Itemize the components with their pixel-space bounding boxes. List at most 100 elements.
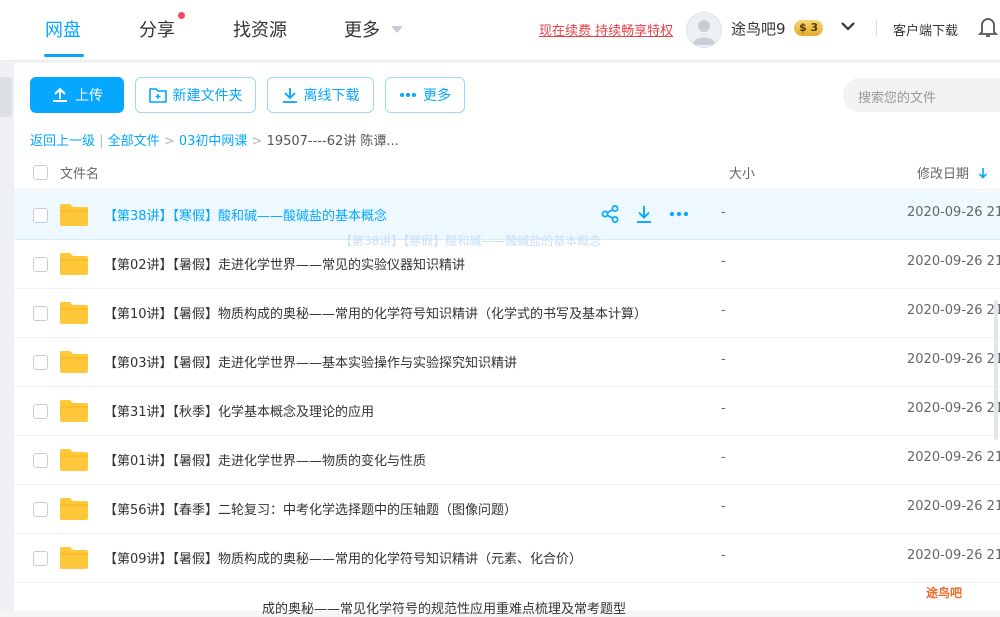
search-placeholder: 搜索您的文件 [858,91,937,106]
vip-level-badge: $ 3 [794,20,824,36]
top-navigation-bar: 网盘 分享 找资源 更多 现在续费 持续畅享特权 途鸟吧9 $ 3 客户端下载 [0,0,1000,60]
offline-download-label: 离线下载 [303,88,360,104]
file-modified-date: 2020-09-26 21:0 [907,450,1000,465]
file-modified-date: 2020-09-26 21:0 [907,401,1000,416]
file-size: - [721,450,726,465]
search-input[interactable]: 搜索您的文件 [843,78,1000,112]
file-name[interactable]: 【第56讲】【春季】二轮复习：中考化学选择题中的压轴题（图像问题） [104,499,517,518]
nav-tab-find-resources[interactable]: 找资源 [233,16,287,42]
watermark-logo: 途鸟吧 [926,586,963,600]
new-folder-label: 新建文件夹 [172,88,243,104]
nav-tab-more[interactable]: 更多 [344,16,380,42]
column-header-name[interactable]: 文件名 [60,163,99,182]
file-name[interactable]: 【第09讲】【暑假】物质构成的奥秘——常用的化学符号知识精讲（元素、化合价） [104,548,582,567]
nav-tab-netdisk[interactable]: 网盘 [45,16,81,42]
table-row[interactable]: 【第03讲】【暑假】走进化学世界——基本实验操作与实验探究知识精讲 - 2020-0… [14,338,1000,387]
share-icon[interactable] [600,204,620,224]
upload-label: 上传 [75,88,103,104]
folder-icon [60,547,88,569]
file-name[interactable]: 【第02讲】【暑假】走进化学世界——常见的实验仪器知识精讲 [104,254,465,273]
column-header-size[interactable]: 大小 [729,163,755,182]
table-row[interactable]: 【第01讲】【暑假】走进化学世界——物质的变化与性质 - 2020-09-26 21… [14,436,1000,485]
breadcrumb-current: 19507----62讲 陈谭... [266,134,399,149]
left-sidebar-collapsed [0,63,14,611]
file-size: - [721,352,726,367]
file-size: - [721,499,726,514]
file-modified-date: 2020-09-26 21:0 [907,499,1000,514]
table-row[interactable]: 【第56讲】【春季】二轮复习：中考化学选择题中的压轴题（图像问题） - 2020-0… [14,485,1000,534]
download-icon [282,88,297,103]
user-avatar-icon [692,20,716,45]
select-all-checkbox[interactable] [33,165,48,180]
bell-icon[interactable] [978,16,998,38]
chevron-down-icon[interactable] [840,18,856,34]
file-name[interactable]: 【第10讲】【暑假】物质构成的奥秘——常用的化学符号知识精讲（化学式的书写及基本… [104,303,647,322]
sidebar-handle[interactable] [0,77,12,117]
file-size: - [721,401,726,416]
more-dots-icon [400,93,416,97]
folder-icon [60,400,88,422]
file-modified-date: 2020-09-26 21:0 [907,352,1000,367]
file-size: - [721,303,726,318]
file-modified-date: 2020-09-26 21:0 [907,548,1000,563]
active-tab-indicator [44,54,84,57]
file-name[interactable]: 【第31讲】【秋季】化学基本概念及理论的应用 [104,401,374,420]
table-row[interactable]: 【第31讲】【秋季】化学基本概念及理论的应用 - 2020-09-26 21:0 [14,387,1000,436]
row-checkbox[interactable] [33,257,48,272]
download-icon[interactable] [634,204,654,224]
client-download-link[interactable]: 客户端下载 [893,20,958,39]
more-dots-icon[interactable] [668,204,690,224]
file-modified-date: 2020-09-26 21:0 [907,254,1000,269]
renew-promo-link[interactable]: 现在续费 持续畅享特权 [539,20,673,39]
breadcrumb-separator: | [99,134,108,149]
row-actions [600,204,690,224]
upload-button[interactable]: 上传 [30,77,124,113]
username[interactable]: 途鸟吧9 [731,18,786,39]
folder-icon [60,302,88,324]
offline-download-button[interactable]: 离线下载 [267,77,374,113]
breadcrumb-all-files[interactable]: 全部文件 [108,134,160,149]
file-name[interactable]: 【第38讲】【寒假】酸和碱——酸碱盐的基本概念 [104,205,387,224]
row-checkbox[interactable] [33,208,48,223]
more-button[interactable]: 更多 [385,77,465,113]
folder-icon [60,498,88,520]
scrollbar[interactable] [994,300,998,440]
more-label: 更多 [423,88,451,104]
file-name[interactable]: 【第01讲】【暑假】走进化学世界——物质的变化与性质 [104,450,426,469]
notification-dot [178,12,185,19]
nav-tab-share[interactable]: 分享 [139,16,175,42]
breadcrumb: 返回上一级 | 全部文件 > 03初中网课 > 19507----62讲 陈谭.… [30,130,399,149]
caret-down-icon[interactable] [391,26,403,33]
folder-icon [60,351,88,373]
back-link[interactable]: 返回上一级 [30,134,95,149]
file-name[interactable]: 【第03讲】【暑假】走进化学世界——基本实验操作与实验探究知识精讲 [104,352,517,371]
sort-down-arrow-icon [979,168,988,179]
file-size: - [721,548,726,563]
column-header-date-label: 修改日期 [917,167,970,182]
file-modified-date: 2020-09-26 21:0 [907,205,1000,220]
file-modified-date: 2020-09-26 21:0 [907,303,1000,318]
new-folder-button[interactable]: 新建文件夹 [135,77,256,113]
divider [876,20,877,36]
row-checkbox[interactable] [33,355,48,370]
row-checkbox[interactable] [33,502,48,517]
row-checkbox[interactable] [33,306,48,321]
breadcrumb-separator: > [163,134,179,149]
table-row[interactable]: 【第09讲】【暑假】物质构成的奥秘——常用的化学符号知识精讲（元素、化合价） - 2… [14,534,1000,583]
column-header-date[interactable]: 修改日期 [917,163,988,182]
new-folder-icon [148,88,167,103]
breadcrumb-separator: > [251,134,267,149]
drag-ghost-text: 【第38讲】【寒假】酸和碱——酸碱盐的基本概念 [340,234,602,248]
vip-level-number: 3 [810,21,819,34]
breadcrumb-folder[interactable]: 03初中网课 [179,134,248,149]
avatar[interactable] [686,12,722,48]
folder-icon [60,204,88,226]
row-checkbox[interactable] [33,453,48,468]
row-checkbox[interactable] [33,404,48,419]
folder-icon [60,253,88,275]
file-size: - [721,205,726,220]
folder-icon [60,449,88,471]
table-header: 文件名 大小 修改日期 [14,157,1000,190]
row-checkbox[interactable] [33,551,48,566]
table-row[interactable]: 【第10讲】【暑假】物质构成的奥秘——常用的化学符号知识精讲（化学式的书写及基本… [14,289,1000,338]
